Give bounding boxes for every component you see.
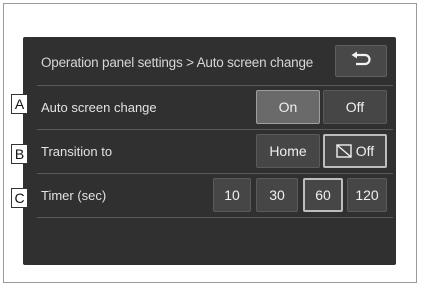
separator [37, 173, 393, 174]
back-button[interactable] [335, 45, 387, 77]
timer-label: Timer (sec) [41, 188, 107, 203]
timer-60-button[interactable]: 60 [303, 178, 343, 212]
return-arrow-icon [350, 51, 372, 72]
separator [37, 129, 393, 130]
transition-home-button[interactable]: Home [256, 134, 320, 168]
transition-off-label: Off [355, 143, 375, 159]
auto-screen-change-off-button[interactable]: Off [323, 90, 387, 124]
separator [37, 85, 393, 86]
page-title: Operation panel settings > Auto screen c… [41, 55, 314, 70]
callout-b: B [11, 144, 28, 164]
auto-screen-change-label: Auto screen change [41, 100, 157, 115]
timer-30-button[interactable]: 30 [256, 178, 298, 212]
callout-a: A [11, 94, 28, 114]
callout-c: C [11, 188, 28, 208]
separator [37, 217, 393, 218]
auto-screen-change-on-button[interactable]: On [256, 90, 320, 124]
transition-off-button[interactable]: Off [323, 134, 387, 168]
timer-120-button[interactable]: 120 [347, 178, 387, 212]
timer-10-button[interactable]: 10 [213, 178, 251, 212]
transition-to-label: Transition to [41, 144, 113, 159]
settings-screen: Operation panel settings > Auto screen c… [23, 37, 396, 265]
screen-off-icon [336, 144, 352, 158]
